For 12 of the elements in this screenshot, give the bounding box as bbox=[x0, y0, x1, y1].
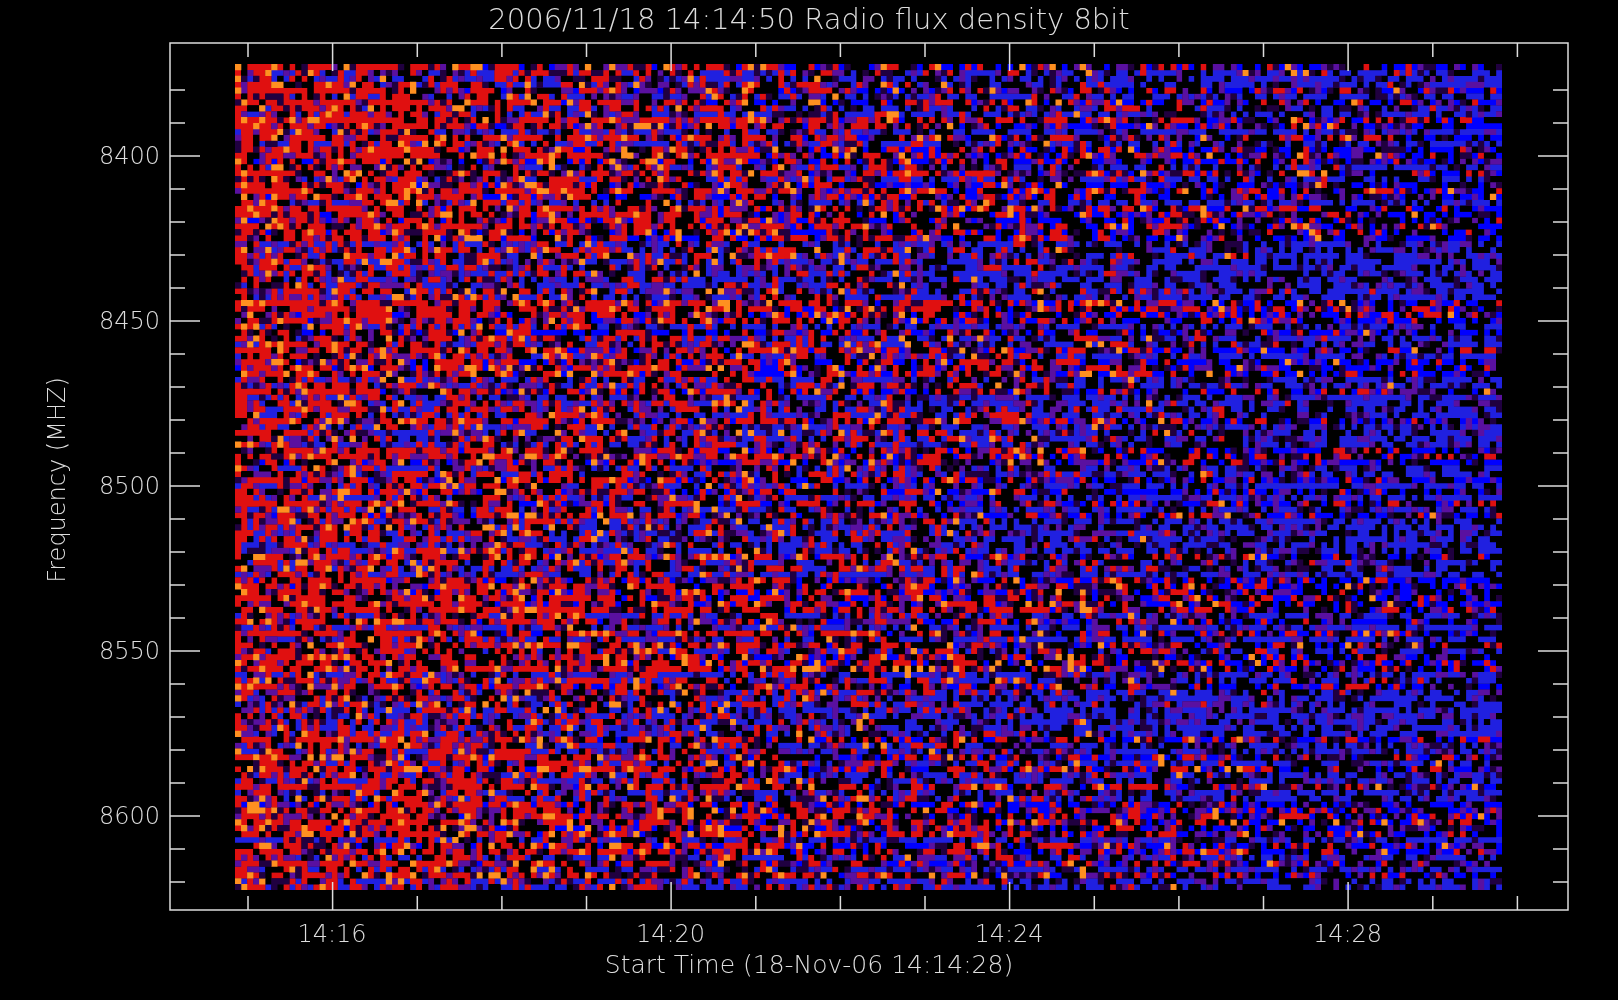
y-tick-label: 8500 bbox=[97, 471, 160, 502]
y-tick-label: 8550 bbox=[97, 636, 160, 667]
x-tick-label: 14:28 bbox=[1311, 920, 1384, 948]
y-tick-label: 8450 bbox=[97, 306, 160, 337]
x-axis-label: Start Time (18-Nov-06 14:14:28) bbox=[604, 950, 1014, 979]
x-tick-label: 14:20 bbox=[634, 920, 707, 948]
chart-title: 2006/11/18 14:14:50 Radio flux density 8bit bbox=[488, 2, 1130, 36]
y-axis-label: Frequency (MHZ) bbox=[43, 377, 71, 583]
y-tick-label: 8600 bbox=[97, 801, 160, 832]
x-tick-label: 14:24 bbox=[973, 920, 1045, 948]
y-tick-label: 8400 bbox=[97, 141, 160, 172]
x-tick-label: 14:16 bbox=[296, 920, 368, 948]
